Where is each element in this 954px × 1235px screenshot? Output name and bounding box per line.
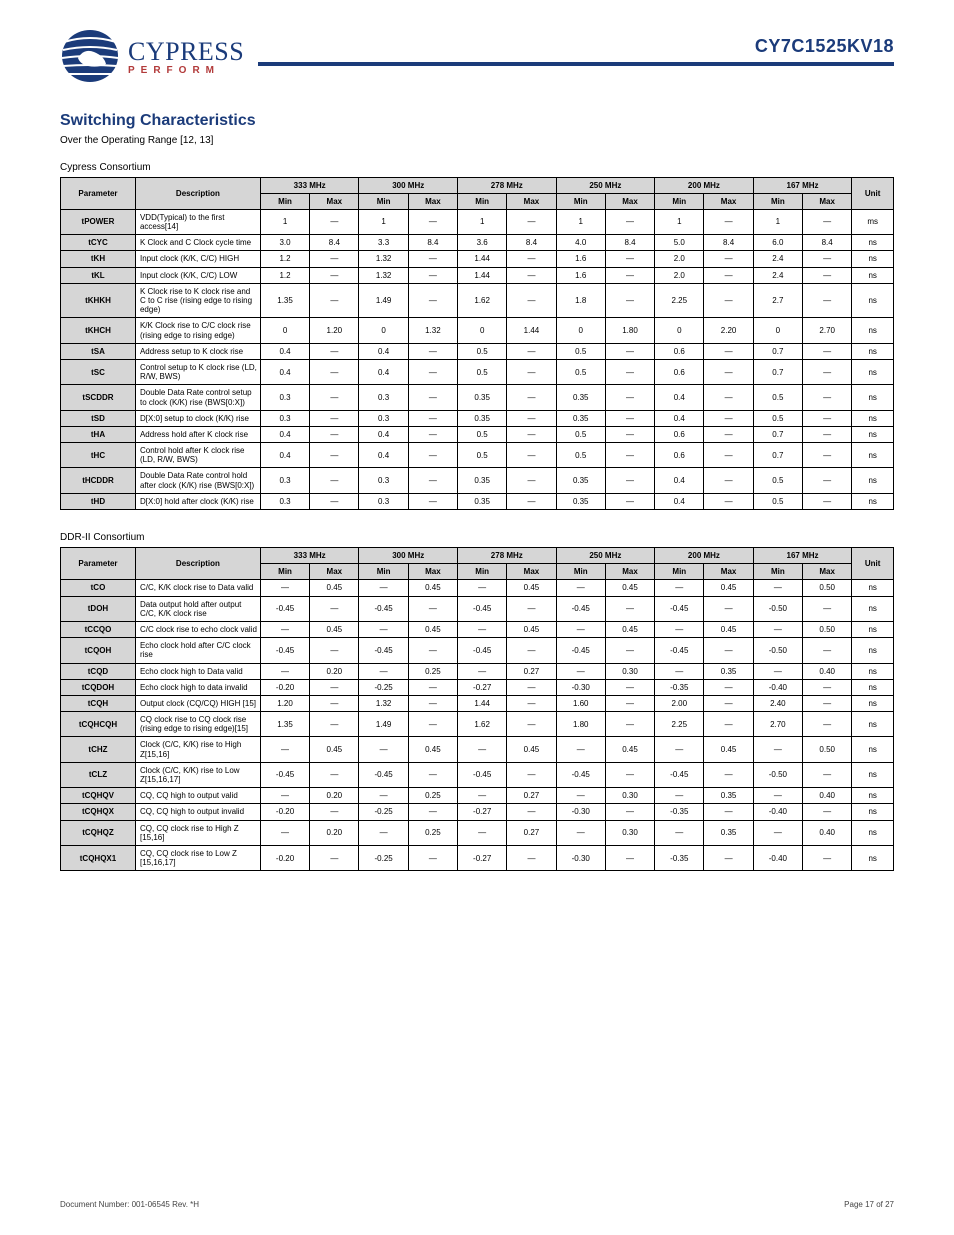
table1-caption: Cypress Consortium <box>60 162 894 173</box>
spec-table-1: ParameterDescription333 MHz300 MHz278 MH… <box>60 177 894 511</box>
logo: CYPRESS PERFORM <box>60 28 244 84</box>
part-number: CY7C1525KV18 <box>755 36 894 57</box>
table2-caption: DDR-II Consortium <box>60 532 894 543</box>
globe-icon <box>60 28 122 84</box>
header-rule <box>258 62 894 66</box>
footer: Document Number: 001-06545 Rev. *H Page … <box>60 1200 894 1209</box>
footer-left: Document Number: 001-06545 Rev. *H <box>60 1200 199 1209</box>
footer-right: Page 17 of 27 <box>844 1200 894 1209</box>
section-intro: Over the Operating Range [12, 13] <box>60 134 894 148</box>
spec-table-2: ParameterDescription333 MHz300 MHz278 MH… <box>60 547 894 871</box>
section-title: Switching Characteristics <box>60 112 894 130</box>
brand-name: CYPRESS <box>128 37 244 67</box>
